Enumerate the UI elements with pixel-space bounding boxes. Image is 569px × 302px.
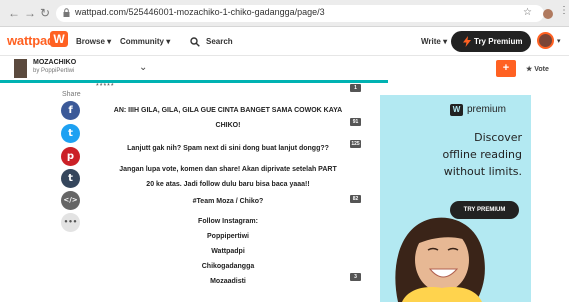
vote-button[interactable]: ★ Vote xyxy=(526,65,549,73)
browse-menu[interactable]: Browse ▾ xyxy=(76,37,111,46)
address-bar[interactable]: wattpad.com/525446001-mozachiko-1-chiko-… xyxy=(56,5,544,22)
wattpad-logo[interactable]: wattpad xyxy=(7,33,55,48)
wattpad-premium-logo-icon: W xyxy=(450,104,463,116)
community-menu[interactable]: Community ▾ xyxy=(120,37,170,46)
story-line: Jangan lupa vote, komen dan share! Akan … xyxy=(119,166,337,173)
search-icon[interactable] xyxy=(190,37,200,47)
browser-profile-avatar[interactable] xyxy=(543,9,553,19)
story-line: Follow Instagram: xyxy=(198,218,258,225)
add-to-library-button[interactable]: + xyxy=(496,60,516,77)
story-line: CHIKO! xyxy=(215,122,241,129)
twitter-share-icon[interactable]: t xyxy=(61,124,80,143)
story-author[interactable]: by PoppiPertiwi xyxy=(33,68,74,74)
browser-menu-icon[interactable]: ⋮ xyxy=(559,6,569,16)
ad-headline: Discover xyxy=(474,131,522,144)
write-menu[interactable]: Write ▾ xyxy=(421,37,447,46)
story-paragraph: Jangan lupa vote, komen dan share! Akan … xyxy=(92,162,364,192)
embed-code-icon[interactable]: </> xyxy=(61,191,80,210)
story-line: AN: IIIH GILA, GILA, GILA GUE CINTA BANG… xyxy=(113,107,343,114)
story-paragraph: Follow Instagram: Poppipertiwi Wattpadpi… xyxy=(92,214,364,289)
story-title[interactable]: MOZACHIKO xyxy=(33,59,76,66)
story-cover-thumbnail[interactable] xyxy=(14,59,27,78)
inline-comment-count[interactable]: 3 xyxy=(350,273,361,281)
story-paragraph: #Team Moza / Chiko? xyxy=(92,194,364,209)
ad-brand-text: premium xyxy=(467,104,506,115)
try-premium-ad-button[interactable]: TRY PREMIUM xyxy=(450,201,519,219)
inline-comment-count[interactable]: 91 xyxy=(350,118,361,126)
story-line: #Team Moza / Chiko? xyxy=(192,198,264,205)
inline-comment-count[interactable]: 1 xyxy=(350,84,361,92)
story-line: Wattpadpi xyxy=(211,248,245,255)
share-label: Share xyxy=(62,91,81,98)
premium-ad[interactable]: W premium Discover offline reading witho… xyxy=(380,95,531,302)
wattpad-logo-icon[interactable]: W xyxy=(50,31,68,47)
reading-progress-bar xyxy=(0,80,388,83)
user-avatar[interactable] xyxy=(537,32,554,49)
story-paragraph: AN: IIIH GILA, GILA, GILA GUE CINTA BANG… xyxy=(92,103,364,133)
story-line: Lanjutt gak nih? Spam next di sini dong … xyxy=(127,145,329,152)
story-line: Chikogadangga xyxy=(201,263,255,270)
browser-toolbar: ← → ↻ wattpad.com/525446001-mozachiko-1-… xyxy=(0,0,569,27)
reload-icon[interactable]: ↻ xyxy=(40,7,50,19)
user-menu-caret-icon[interactable]: ▾ xyxy=(557,37,561,45)
inline-comment-count[interactable]: 125 xyxy=(350,140,361,148)
ad-headline: without limits. xyxy=(443,165,522,178)
scene-separator: ***** xyxy=(96,83,115,90)
pinterest-share-icon[interactable]: p xyxy=(61,147,80,166)
try-premium-button[interactable]: Try Premium xyxy=(451,31,531,52)
more-options-icon[interactable]: ••• xyxy=(61,213,80,232)
ad-headline: offline reading xyxy=(442,148,522,161)
search-label[interactable]: Search xyxy=(206,37,233,46)
lock-icon xyxy=(63,8,70,17)
story-line: 20 ke atas. Jadi follow dulu baru bisa b… xyxy=(146,181,310,188)
back-arrow-icon[interactable]: ← xyxy=(8,7,20,19)
try-premium-label: Try Premium xyxy=(474,37,523,46)
url-text: wattpad.com/525446001-mozachiko-1-chiko-… xyxy=(75,7,325,17)
story-paragraph: Lanjutt gak nih? Spam next di sini dong … xyxy=(92,141,364,156)
chapter-list-chevron-icon[interactable]: ⌄ xyxy=(139,62,147,73)
story-line: Poppipertiwi xyxy=(207,233,249,240)
tumblr-share-icon[interactable]: t xyxy=(61,169,80,188)
forward-arrow-icon[interactable]: → xyxy=(24,7,36,19)
story-line: Mozaadisti xyxy=(210,278,246,285)
inline-comment-count[interactable]: 82 xyxy=(350,195,361,203)
facebook-share-icon[interactable]: f xyxy=(61,101,80,120)
lightning-bolt-icon xyxy=(463,36,471,47)
ad-photo-smiling-woman xyxy=(395,217,485,302)
site-header: wattpad W Browse ▾ Community ▾ Search Wr… xyxy=(0,28,569,56)
story-toolbar: MOZACHIKO by PoppiPertiwi ⌄ + ★ Vote xyxy=(0,57,569,81)
bookmark-star-icon[interactable]: ☆ xyxy=(523,7,532,18)
